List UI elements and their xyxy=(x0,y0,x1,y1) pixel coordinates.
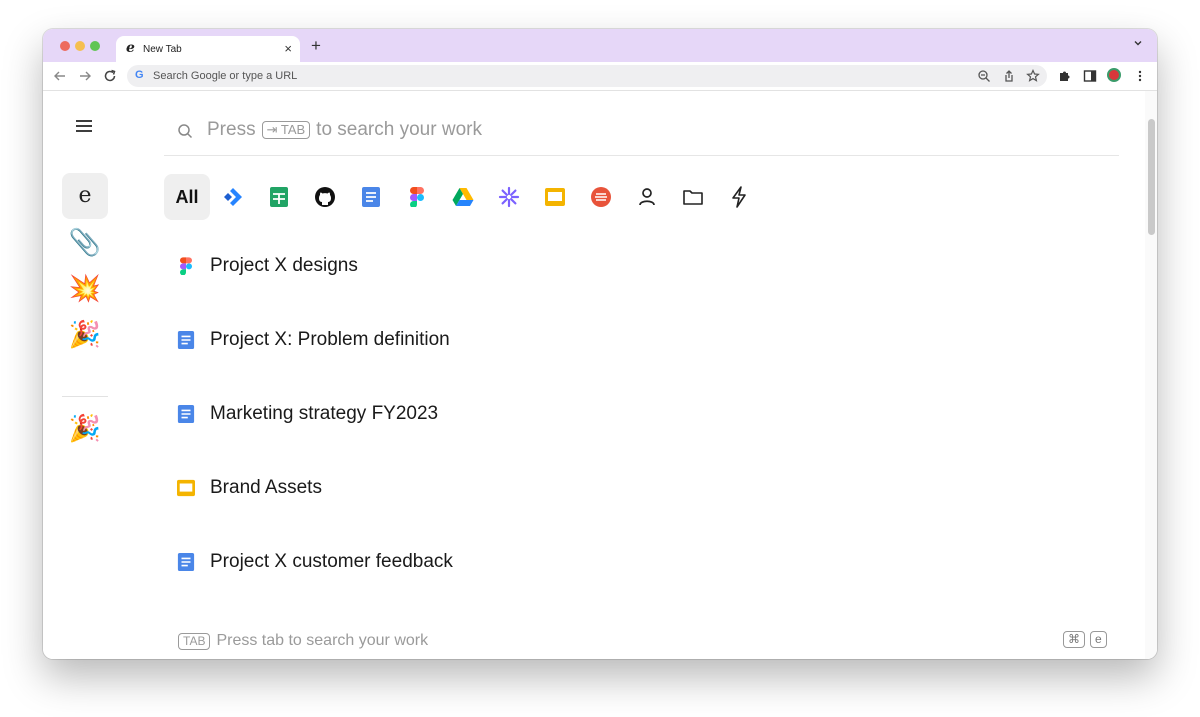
share-icon[interactable] xyxy=(1002,69,1016,83)
filter-chat[interactable] xyxy=(578,174,624,220)
sidebar-item-home[interactable]: e xyxy=(62,173,108,219)
filter-drive[interactable] xyxy=(440,174,486,220)
new-tab-button[interactable]: + xyxy=(311,36,321,56)
sheets-icon xyxy=(270,187,288,207)
result-title: Project X: Problem definition xyxy=(210,329,450,350)
browser-tab[interactable]: e New Tab × xyxy=(116,36,300,62)
docs-icon xyxy=(176,330,196,350)
side-panel-icon[interactable] xyxy=(1083,69,1097,83)
footer-hint-text: Press tab to search your work xyxy=(216,632,429,649)
address-bar[interactable]: G Search Google or type a URL xyxy=(127,65,1047,87)
scrollbar[interactable] xyxy=(1145,91,1157,659)
filter-sheets[interactable] xyxy=(256,174,302,220)
drive-icon xyxy=(452,188,474,206)
browser-window: e New Tab × + G Search Google or type a … xyxy=(43,29,1157,659)
slides-icon xyxy=(545,188,565,206)
forward-arrow-icon[interactable] xyxy=(77,68,93,84)
filter-github[interactable] xyxy=(302,174,348,220)
asana-icon xyxy=(498,186,520,208)
tab-bar: e New Tab × + xyxy=(43,29,1157,62)
footer-hint: TAB Press tab to search your work xyxy=(178,632,428,650)
google-icon: G xyxy=(135,69,144,81)
party-popper-icon[interactable]: 🎉 xyxy=(62,311,108,357)
extensions-icon[interactable] xyxy=(1058,69,1072,83)
tab-title: New Tab xyxy=(143,44,182,55)
list-item[interactable]: Project X: Problem definition xyxy=(176,325,450,355)
command-key-badge: ⌘ xyxy=(1063,631,1085,648)
tab-favicon-icon: e xyxy=(126,40,135,56)
filter-actions[interactable] xyxy=(716,174,762,220)
minimize-window-button[interactable] xyxy=(75,41,85,51)
sidebar-divider xyxy=(62,396,108,397)
person-icon xyxy=(639,188,655,206)
tab-key-badge: TAB xyxy=(178,632,211,650)
chevron-down-icon[interactable] xyxy=(1133,38,1143,48)
browser-toolbar: G Search Google or type a URL xyxy=(43,62,1157,91)
profile-avatar[interactable] xyxy=(1107,68,1121,82)
more-menu-icon[interactable] xyxy=(1133,69,1147,83)
search-bar[interactable]: Press ⇥ TAB to search your work xyxy=(164,101,1119,156)
filter-asana[interactable] xyxy=(486,174,532,220)
slides-icon xyxy=(176,478,196,498)
filter-jira[interactable] xyxy=(210,174,256,220)
result-title: Marketing strategy FY2023 xyxy=(210,403,439,424)
github-icon xyxy=(315,187,335,207)
bolt-icon xyxy=(732,186,746,208)
filter-all[interactable]: All xyxy=(164,174,210,220)
close-window-button[interactable] xyxy=(60,41,70,51)
filter-folders[interactable] xyxy=(670,174,716,220)
tab-key-badge: ⇥ TAB xyxy=(261,121,311,139)
page-content: e 📎 💥 🎉 🎉 Press ⇥ TAB to search your wor… xyxy=(43,91,1157,659)
reload-icon[interactable] xyxy=(102,68,118,84)
list-item[interactable]: Brand Assets xyxy=(176,473,322,503)
maximize-window-button[interactable] xyxy=(90,41,100,51)
result-title: Project X designs xyxy=(210,255,358,276)
hamburger-menu-icon[interactable] xyxy=(75,119,93,133)
search-placeholder-suffix: to search your work xyxy=(316,119,482,140)
result-title: Project X customer feedback xyxy=(210,551,453,572)
docs-icon xyxy=(176,404,196,424)
filter-all-label: All xyxy=(175,186,199,207)
paperclip-icon[interactable]: 📎 xyxy=(62,219,108,265)
filter-slides[interactable] xyxy=(532,174,578,220)
folder-icon xyxy=(683,190,703,205)
docs-icon xyxy=(176,552,196,572)
list-item[interactable]: Project X designs xyxy=(176,251,358,281)
bookmark-star-icon[interactable] xyxy=(1026,69,1040,83)
chat-icon xyxy=(591,187,611,207)
collision-icon[interactable]: 💥 xyxy=(62,265,108,311)
close-tab-icon[interactable]: × xyxy=(284,41,292,56)
figma-icon xyxy=(410,187,424,207)
search-icon xyxy=(178,124,193,139)
list-item[interactable]: Marketing strategy FY2023 xyxy=(176,399,438,429)
filter-docs[interactable] xyxy=(348,174,394,220)
figma-icon xyxy=(176,256,196,276)
search-placeholder: Press ⇥ TAB to search your work xyxy=(207,119,482,141)
jira-icon xyxy=(224,188,242,206)
filter-people[interactable] xyxy=(624,174,670,220)
search-placeholder-prefix: Press xyxy=(207,119,256,140)
scrollbar-thumb[interactable] xyxy=(1148,119,1155,235)
e-key-badge: e xyxy=(1090,631,1107,648)
party-popper-icon[interactable]: 🎉 xyxy=(62,405,108,451)
zoom-icon[interactable] xyxy=(977,69,991,83)
list-item[interactable]: Project X customer feedback xyxy=(176,547,453,577)
back-arrow-icon[interactable] xyxy=(52,68,68,84)
filter-figma[interactable] xyxy=(394,174,440,220)
address-bar-placeholder: Search Google or type a URL xyxy=(153,70,298,82)
docs-icon xyxy=(362,187,380,207)
shortcut-keys: ⌘ e xyxy=(1063,631,1107,648)
result-title: Brand Assets xyxy=(210,477,322,498)
